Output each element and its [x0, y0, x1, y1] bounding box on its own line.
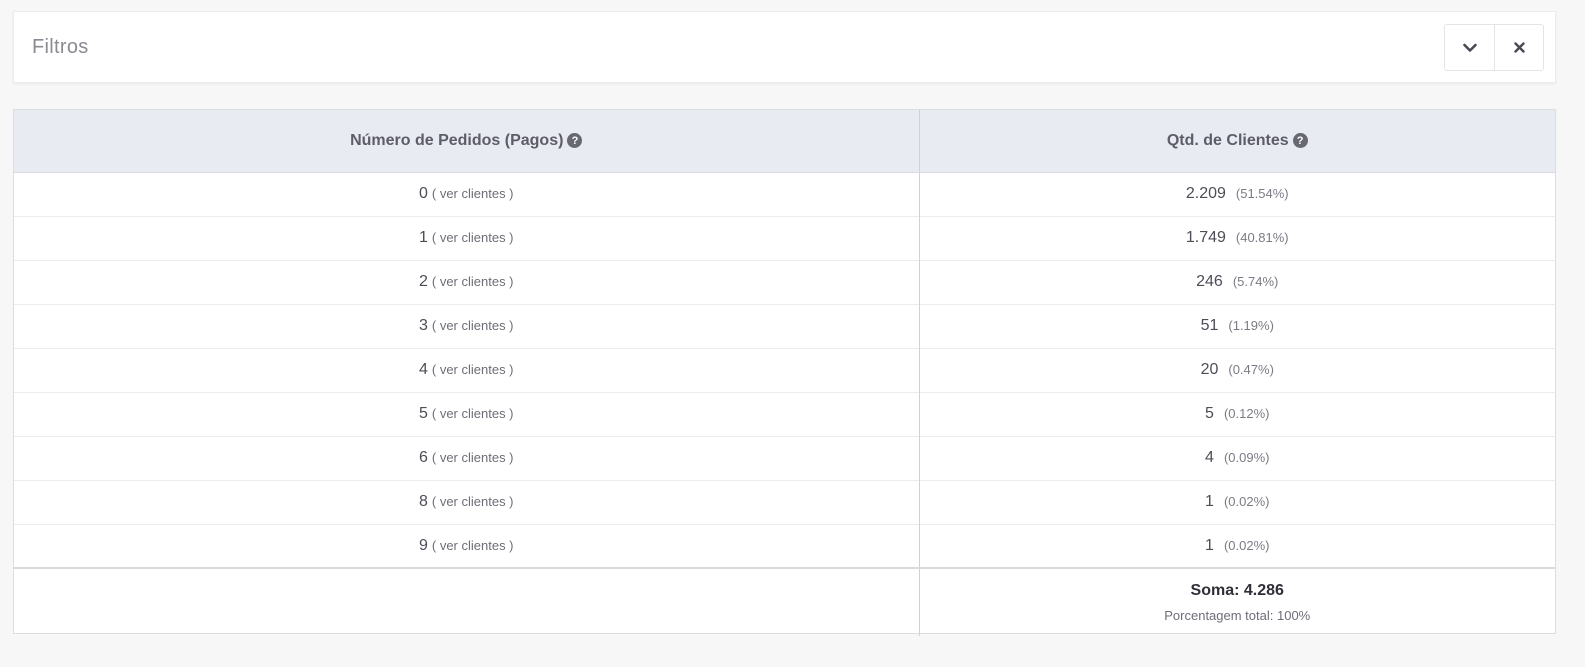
- expand-filters-button[interactable]: [1445, 25, 1494, 70]
- footer-empty-cell: [14, 567, 920, 636]
- clients-count: 1.749: [1185, 229, 1226, 246]
- question-circle-icon[interactable]: ?: [567, 133, 583, 149]
- orders-count: 8: [418, 493, 428, 510]
- table-footer-row: Soma: 4.286 Porcentagem total: 100%: [14, 567, 1555, 636]
- view-clients-link[interactable]: ( ver clientes ): [432, 538, 514, 553]
- total-percentage-label: Porcentagem total: 100%: [1164, 608, 1311, 623]
- header-orders: Número de Pedidos (Pagos)?: [14, 110, 920, 173]
- orders-count: 2: [418, 273, 428, 290]
- table-row: 6 ( ver clientes ) 4 (0.09%): [14, 435, 1555, 480]
- clients-cell: 1 (0.02%): [919, 479, 1555, 524]
- orders-cell: 3 ( ver clientes ): [14, 303, 920, 348]
- orders-table-container: Número de Pedidos (Pagos)? Qtd. de Clien…: [13, 109, 1556, 636]
- close-icon: [1513, 42, 1525, 53]
- clients-percentage: (40.81%): [1235, 230, 1289, 245]
- clients-percentage: (0.47%): [1228, 362, 1274, 377]
- clients-count: 1: [1205, 536, 1214, 554]
- orders-count: 3: [418, 317, 428, 334]
- clients-count: 1: [1205, 493, 1214, 510]
- clients-percentage: (0.02%): [1223, 494, 1270, 509]
- orders-count: 1: [418, 229, 428, 246]
- clients-count: 5: [1205, 405, 1214, 422]
- orders-cell: 5 ( ver clientes ): [14, 391, 920, 436]
- clients-cell: 4 (0.09%): [919, 435, 1555, 480]
- orders-table: Número de Pedidos (Pagos)? Qtd. de Clien…: [14, 110, 1555, 636]
- orders-cell: 4 ( ver clientes ): [14, 347, 920, 392]
- clients-count: 246: [1196, 273, 1223, 290]
- clients-percentage: (51.54%): [1235, 186, 1289, 201]
- view-clients-link[interactable]: ( ver clientes ): [432, 186, 514, 201]
- table-row: 0 ( ver clientes ) 2.209 (51.54%): [14, 172, 1555, 216]
- clients-cell: 5 (0.12%): [919, 391, 1555, 436]
- clients-percentage: (0.09%): [1223, 450, 1270, 465]
- view-clients-link[interactable]: ( ver clientes ): [432, 494, 514, 509]
- clients-cell: 2.209 (51.54%): [919, 172, 1555, 216]
- orders-cell: 6 ( ver clientes ): [14, 435, 920, 480]
- view-clients-link[interactable]: ( ver clientes ): [432, 274, 514, 289]
- view-clients-link[interactable]: ( ver clientes ): [432, 406, 514, 421]
- view-clients-link[interactable]: ( ver clientes ): [432, 230, 514, 245]
- orders-count: 0: [418, 185, 428, 202]
- header-clients: Qtd. de Clientes?: [919, 110, 1555, 173]
- orders-count: 4: [418, 361, 428, 378]
- clients-percentage: (5.74%): [1232, 274, 1279, 289]
- clients-percentage: (0.12%): [1223, 406, 1270, 421]
- chevron-down-icon: [1462, 43, 1477, 53]
- view-clients-link[interactable]: ( ver clientes ): [432, 450, 514, 465]
- table-row: 9 ( ver clientes ) 1 (0.02%): [14, 523, 1555, 568]
- table-row: 8 ( ver clientes ) 1 (0.02%): [14, 479, 1555, 524]
- close-filters-button[interactable]: [1494, 25, 1543, 70]
- clients-cell: 246 (5.74%): [919, 259, 1555, 304]
- clients-cell: 51 (1.19%): [919, 303, 1555, 348]
- filters-panel: Filtros: [13, 11, 1556, 83]
- view-clients-link[interactable]: ( ver clientes ): [432, 362, 514, 377]
- orders-cell: 2 ( ver clientes ): [14, 259, 920, 304]
- table-row: 2 ( ver clientes ) 246 (5.74%): [14, 259, 1555, 304]
- panel-buttons: [1444, 24, 1544, 71]
- orders-cell: 8 ( ver clientes ): [14, 479, 920, 524]
- clients-cell: 1 (0.02%): [919, 523, 1555, 568]
- orders-count: 9: [418, 536, 428, 554]
- table-row: 3 ( ver clientes ) 51 (1.19%): [14, 303, 1555, 348]
- header-label: Número de Pedidos (Pagos): [350, 131, 564, 149]
- table-row: 5 ( ver clientes ) 5 (0.12%): [14, 391, 1555, 436]
- orders-count: 6: [418, 449, 428, 466]
- orders-count: 5: [418, 405, 428, 422]
- clients-count: 4: [1205, 449, 1214, 466]
- filters-title: Filtros: [32, 36, 89, 58]
- clients-count: 20: [1200, 361, 1219, 378]
- orders-cell: 0 ( ver clientes ): [14, 172, 920, 216]
- question-circle-icon[interactable]: ?: [1292, 133, 1308, 149]
- clients-percentage: (1.19%): [1228, 318, 1274, 333]
- sum-label: Soma: 4.286: [1190, 582, 1284, 599]
- orders-cell: 9 ( ver clientes ): [14, 523, 920, 568]
- clients-count: 2.209: [1185, 185, 1226, 202]
- table-row: 4 ( ver clientes ) 20 (0.47%): [14, 347, 1555, 392]
- clients-cell: 20 (0.47%): [919, 347, 1555, 392]
- clients-count: 51: [1200, 317, 1219, 334]
- view-clients-link[interactable]: ( ver clientes ): [432, 318, 514, 333]
- orders-cell: 1 ( ver clientes ): [14, 215, 920, 260]
- clients-percentage: (0.02%): [1223, 537, 1270, 553]
- footer-summary-cell: Soma: 4.286 Porcentagem total: 100%: [919, 567, 1555, 636]
- table-row: 1 ( ver clientes ) 1.749 (40.81%): [14, 215, 1555, 260]
- header-label: Qtd. de Clientes: [1166, 131, 1289, 149]
- clients-cell: 1.749 (40.81%): [919, 215, 1555, 260]
- table-header-row: Número de Pedidos (Pagos)? Qtd. de Clien…: [14, 110, 1555, 173]
